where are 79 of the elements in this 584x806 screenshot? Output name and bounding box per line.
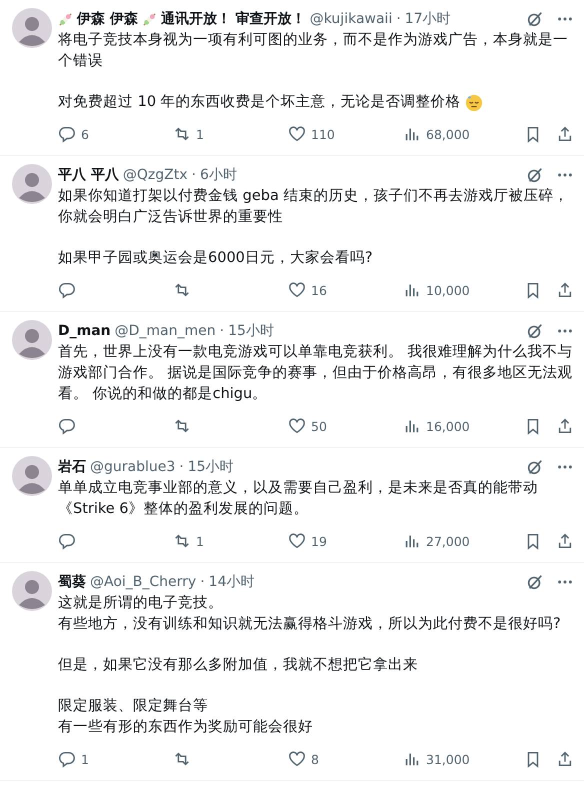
post-time[interactable]: 14小时 bbox=[208, 573, 254, 591]
slashed-circle-icon[interactable] bbox=[526, 322, 544, 340]
author-handle[interactable]: @kujikawaii bbox=[310, 11, 392, 27]
slashed-circle-icon[interactable] bbox=[526, 10, 544, 28]
share-icon[interactable] bbox=[556, 281, 574, 299]
like-count: 50 bbox=[311, 418, 327, 434]
post-text: 首先，世界上没有一款电竞游戏可以单靠电竞获利。 我很难理解为什么我不与游戏部门合作。 据说是国际竞争的赛事，但由于价格高昂，有很多地区无法观看。 你说的和做的都是chigu。 bbox=[58, 342, 574, 404]
author-name[interactable]: 平八 平八 bbox=[58, 166, 119, 184]
heart-icon[interactable] bbox=[288, 125, 306, 143]
post-text: 将电子竞技本身视为一项有利可图的业务，而不是作为游戏广告，本身就是一个错误 bbox=[58, 30, 569, 71]
slashed-circle-icon[interactable] bbox=[526, 458, 544, 476]
separator-dot: · bbox=[396, 11, 401, 27]
reply-icon[interactable] bbox=[58, 281, 76, 299]
separator-dot: · bbox=[220, 323, 224, 339]
dango-icon bbox=[142, 12, 157, 26]
author-name[interactable]: 岩石 bbox=[58, 458, 86, 476]
slashed-circle-icon[interactable] bbox=[526, 166, 544, 184]
repost-icon[interactable] bbox=[173, 532, 191, 550]
view-count: 27,000 bbox=[426, 534, 470, 548]
post-text: 如果你知道打架以付费金钱 geba 结束的历史，孩子们不再去游戏厅被压碎，你就会明白广泛告诉世界的重要性 bbox=[58, 187, 570, 227]
post-time[interactable]: 15小时 bbox=[188, 458, 234, 476]
post-text: 但是，如果它没有那么多附加值，我就不想把它拿出来 bbox=[58, 656, 418, 675]
repost-icon[interactable] bbox=[173, 417, 191, 435]
avatar-icon[interactable] bbox=[12, 571, 52, 611]
view-count: 68,000 bbox=[426, 126, 470, 142]
post-text: 如果甲子园或奥运会是6000日元，大家会看吗? bbox=[58, 248, 373, 268]
repost-count: 1 bbox=[196, 126, 204, 142]
like-count: 8 bbox=[311, 752, 319, 766]
heart-icon[interactable] bbox=[288, 750, 306, 768]
avatar-icon[interactable] bbox=[12, 8, 52, 48]
post-time[interactable]: 6小时 bbox=[200, 166, 237, 184]
post-time[interactable]: 15小时 bbox=[228, 322, 274, 340]
author-name[interactable]: 通讯开放！ 审查开放！ bbox=[160, 10, 306, 28]
reply-icon[interactable] bbox=[58, 125, 76, 143]
view-count: 16,000 bbox=[426, 418, 470, 434]
reply-count: 1 bbox=[81, 752, 89, 766]
avatar-icon[interactable] bbox=[12, 164, 52, 204]
repost-icon[interactable] bbox=[173, 281, 191, 299]
author-name[interactable]: 伊森 伊森 bbox=[77, 10, 138, 28]
like-count: 19 bbox=[311, 534, 327, 548]
reply-icon[interactable] bbox=[58, 532, 76, 550]
reply-icon[interactable] bbox=[58, 750, 76, 768]
like-count: 110 bbox=[311, 126, 335, 142]
like-count: 16 bbox=[311, 282, 327, 298]
heart-icon[interactable] bbox=[288, 532, 306, 550]
author-name[interactable]: 蜀葵 bbox=[58, 573, 86, 591]
sweat-face-icon bbox=[464, 94, 483, 112]
avatar-icon[interactable] bbox=[12, 456, 52, 496]
post-text: 这就是所谓的电子竞技。 bbox=[58, 594, 223, 613]
separator-dot: · bbox=[179, 459, 184, 475]
repost-icon[interactable] bbox=[173, 750, 191, 768]
share-icon[interactable] bbox=[556, 532, 574, 550]
post-text: 有一些有形的东西作为奖励可能会很好 bbox=[58, 718, 313, 737]
separator-dot: · bbox=[192, 167, 196, 183]
share-icon[interactable] bbox=[556, 417, 574, 435]
separator-dot: · bbox=[200, 574, 205, 590]
reply-icon[interactable] bbox=[58, 417, 76, 435]
repost-icon[interactable] bbox=[173, 125, 191, 143]
share-icon[interactable] bbox=[556, 750, 574, 768]
view-count: 10,000 bbox=[426, 282, 470, 298]
post-time[interactable]: 17小时 bbox=[404, 10, 451, 28]
heart-icon[interactable] bbox=[288, 281, 306, 299]
post-text: 单单成立电竞事业部的意义，以及需要自己盈利，是未来是否真的能带动《Strike 6》整体的盈利发展的问题。 bbox=[58, 478, 539, 519]
repost-count: 1 bbox=[196, 534, 204, 548]
avatar-icon[interactable] bbox=[12, 320, 52, 360]
author-handle[interactable]: @QzgZtx bbox=[122, 167, 188, 183]
heart-icon[interactable] bbox=[288, 417, 306, 435]
share-icon[interactable] bbox=[556, 125, 574, 143]
post-text: 对免费超过 10 年的东西收费是个坏主意，无论是否调整价格 bbox=[58, 92, 461, 112]
author-name[interactable]: D_man bbox=[58, 323, 111, 339]
view-count: 31,000 bbox=[426, 752, 470, 766]
reply-count: 6 bbox=[81, 126, 89, 142]
post-text: 有些地方，没有训练和知识就无法赢得格斗游戏，所以为此付费不是很好吗? bbox=[58, 614, 561, 634]
author-handle[interactable]: @gurablue3 bbox=[90, 459, 176, 475]
dango-icon bbox=[58, 12, 73, 26]
post-text: 限定服装、限定舞台等 bbox=[58, 696, 208, 716]
author-handle[interactable]: @Aoi_B_Cherry bbox=[90, 574, 196, 590]
slashed-circle-icon[interactable] bbox=[526, 573, 544, 591]
author-handle[interactable]: @D_man_men bbox=[114, 323, 216, 339]
